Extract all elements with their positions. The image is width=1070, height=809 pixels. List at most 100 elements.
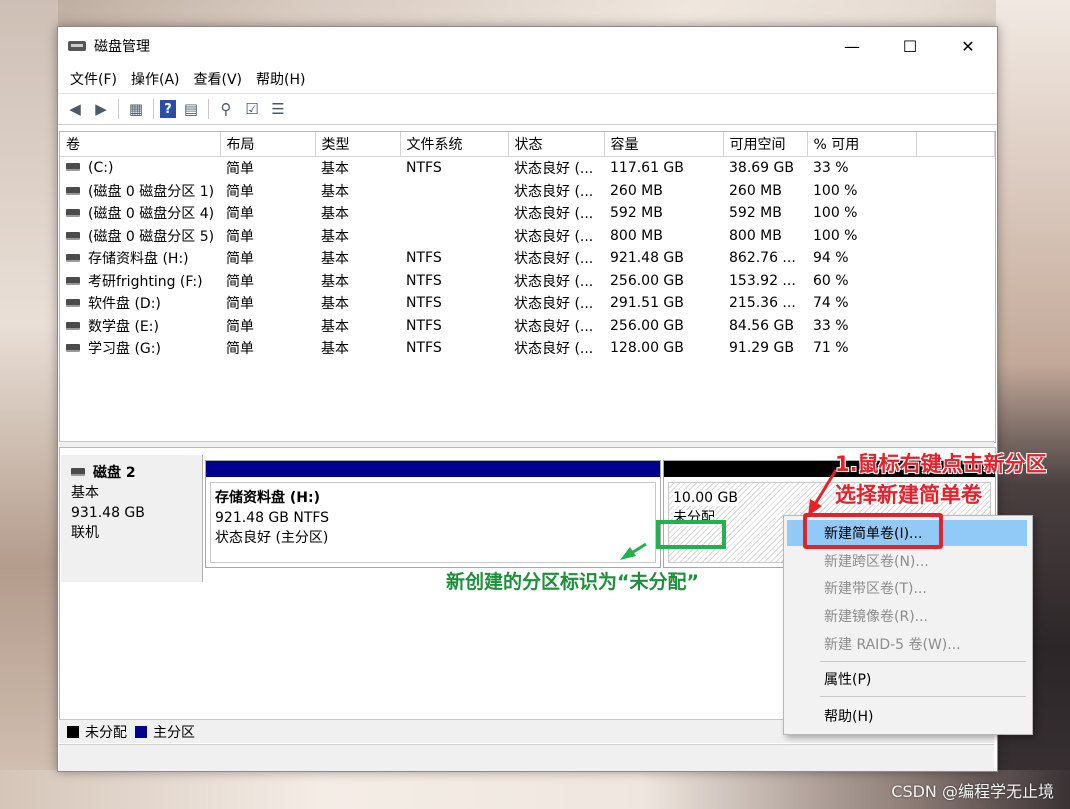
volume-drive-icon (66, 276, 80, 285)
table-row[interactable]: 考研frighting (F:) 简单 基本 NTFS 状态良好 (... 256.00 … (60, 270, 995, 293)
table-row[interactable]: (磁盘 0 磁盘分区 5) 简单 基本 状态良好 (... 800 MB 800 MB 10… (60, 225, 995, 248)
menu-item-new-mirrored-volume[interactable]: 新建镜像卷(R)... (787, 603, 1027, 629)
cell-text: 100 % (813, 227, 858, 244)
back-arrow-icon[interactable]: ◀ (64, 98, 86, 120)
table-cell: 84.56 GB (723, 315, 807, 338)
column-header-layout[interactable]: 布局 (220, 132, 316, 157)
table-cell: NTFS (400, 337, 508, 360)
table-row[interactable]: 学习盘 (G:) 简单 基本 NTFS 状态良好 (... 128.00 GB 91.29 … (60, 337, 995, 360)
table-cell: 基本 (315, 157, 400, 180)
volume-drive-icon (66, 186, 80, 195)
cell-text: 800 MB (610, 227, 663, 244)
minimize-button[interactable]: — (823, 27, 881, 65)
toolbar-separator (118, 99, 119, 119)
column-header-percent-free[interactable]: % 可用 (807, 132, 917, 157)
volume-table-body: (C:) 简单 基本 NTFS 状态良好 (... 117.61 GB 38.69 GB 33… (60, 157, 995, 360)
table-cell: 状态良好 (... (508, 180, 604, 203)
table-row[interactable]: (磁盘 0 磁盘分区 4) 简单 基本 状态良好 (... 592 MB 592 MB 10… (60, 202, 995, 225)
cell-text: 简单 (226, 296, 254, 313)
cell-text: 256.00 GB (610, 272, 684, 289)
table-cell: 状态良好 (... (508, 337, 604, 360)
menu-view[interactable]: 查看(V) (187, 69, 250, 89)
title-bar[interactable]: 磁盘管理 — ☐ ✕ (58, 27, 997, 65)
table-cell: (磁盘 0 磁盘分区 4) (60, 202, 220, 225)
disk-management-app-icon (68, 39, 86, 53)
cell-text: 60 % (813, 272, 849, 289)
table-cell: 状态良好 (... (508, 225, 604, 248)
menu-item-new-spanned-volume[interactable]: 新建跨区卷(N)... (787, 548, 1027, 574)
menu-action[interactable]: 操作(A) (124, 69, 187, 89)
column-header-status[interactable]: 状态 (508, 132, 605, 157)
check-icon[interactable]: ☑ (241, 98, 263, 120)
disk-status: 联机 (71, 525, 99, 541)
column-header-type[interactable]: 类型 (315, 132, 401, 157)
table-cell: 基本 (315, 225, 400, 248)
menu-item-help[interactable]: 帮助(H) (787, 703, 1027, 729)
cell-text: 921.48 GB (610, 250, 684, 267)
disk-size: 931.48 GB (71, 505, 145, 521)
cell-text: 简单 (226, 161, 254, 178)
cell-text: 74 % (813, 295, 849, 312)
table-cell: NTFS (400, 315, 508, 338)
cell-text: 状态良好 (... (514, 183, 594, 200)
list-view-icon[interactable]: ▦ (125, 98, 147, 120)
cell-text: 153.92 ... (729, 272, 796, 289)
close-button[interactable]: ✕ (939, 27, 997, 65)
cell-text: 存储资料盘 (H:) (88, 251, 189, 268)
table-row[interactable]: (C:) 简单 基本 NTFS 状态良好 (... 117.61 GB 38.69 GB 33… (60, 157, 995, 180)
details-view-icon[interactable]: ▤ (180, 98, 202, 120)
status-bar (59, 744, 994, 771)
column-header-free-space[interactable]: 可用空间 (723, 132, 808, 157)
menu-file[interactable]: 文件(F) (63, 69, 124, 89)
table-cell: 简单 (220, 337, 315, 360)
table-row[interactable]: 数学盘 (E:) 简单 基本 NTFS 状态良好 (... 256.00 GB 84.56 … (60, 315, 995, 338)
cell-text: 简单 (226, 228, 254, 245)
disk-info-label[interactable]: 磁盘 2 基本 931.48 GB 联机 (61, 455, 203, 582)
table-cell: 状态良好 (... (508, 202, 604, 225)
table-cell: 数学盘 (E:) (60, 315, 220, 338)
help-icon[interactable]: ? (160, 100, 176, 118)
cell-text: 简单 (226, 318, 254, 335)
column-header-empty (916, 132, 995, 157)
column-header-volume[interactable]: 卷 (60, 132, 221, 157)
cell-text: NTFS (406, 250, 442, 267)
cell-text: (C:) (88, 160, 114, 177)
cell-text: NTFS (406, 317, 442, 334)
partition-status: 状态良好 (主分区) (215, 530, 329, 546)
menu-help[interactable]: 帮助(H) (249, 69, 312, 89)
cell-text: 592 MB (729, 205, 782, 222)
cell-text: 基本 (321, 228, 349, 245)
table-row[interactable]: 软件盘 (D:) 简单 基本 NTFS 状态良好 (... 291.51 GB 215.36… (60, 292, 995, 315)
partition-storage-h[interactable]: 存储资料盘 (H:) 921.48 GB NTFS 状态良好 (主分区) (205, 460, 661, 568)
table-cell: 存储资料盘 (H:) (60, 247, 220, 270)
toolbar-separator (153, 99, 154, 119)
menu-item-properties[interactable]: 属性(P) (787, 666, 1027, 692)
properties-icon[interactable]: ☰ (267, 98, 289, 120)
cell-text: (磁盘 0 磁盘分区 5) (88, 228, 215, 245)
menu-item-new-striped-volume[interactable]: 新建带区卷(T)... (787, 575, 1027, 601)
table-cell: 基本 (315, 247, 400, 270)
table-cell: 260 MB (604, 180, 723, 203)
table-cell: NTFS (400, 270, 508, 293)
watermark: CSDN @编程学无止境 (891, 782, 1054, 801)
column-header-filesystem[interactable]: 文件系统 (400, 132, 509, 157)
connect-icon[interactable]: ⚲ (215, 98, 237, 120)
cell-text: 数学盘 (E:) (88, 318, 159, 335)
table-cell-empty (916, 292, 995, 315)
cell-text: 260 MB (610, 182, 663, 199)
cell-text: 基本 (321, 318, 349, 335)
table-cell: 291.51 GB (604, 292, 723, 315)
column-header-capacity[interactable]: 容量 (604, 132, 724, 157)
cell-text: 291.51 GB (610, 295, 684, 312)
table-row[interactable]: 存储资料盘 (H:) 简单 基本 NTFS 状态良好 (... 921.48 GB 862.… (60, 247, 995, 270)
table-cell: (C:) (60, 157, 220, 180)
maximize-button[interactable]: ☐ (881, 27, 939, 65)
forward-arrow-icon[interactable]: ▶ (90, 98, 112, 120)
menu-item-new-raid5-volume[interactable]: 新建 RAID-5 卷(W)... (787, 631, 1027, 657)
table-cell: 基本 (315, 180, 400, 203)
toolbar: ◀ ▶ ▦ ? ▤ ⚲ ☑ ☰ (58, 93, 997, 125)
annotation-step1-line1: 1.鼠标右键点击新分区 (835, 452, 1047, 476)
table-row[interactable]: (磁盘 0 磁盘分区 1) 简单 基本 状态良好 (... 260 MB 260 MB 10… (60, 180, 995, 203)
desktop-background-left (0, 0, 58, 809)
table-cell: 简单 (220, 225, 315, 248)
